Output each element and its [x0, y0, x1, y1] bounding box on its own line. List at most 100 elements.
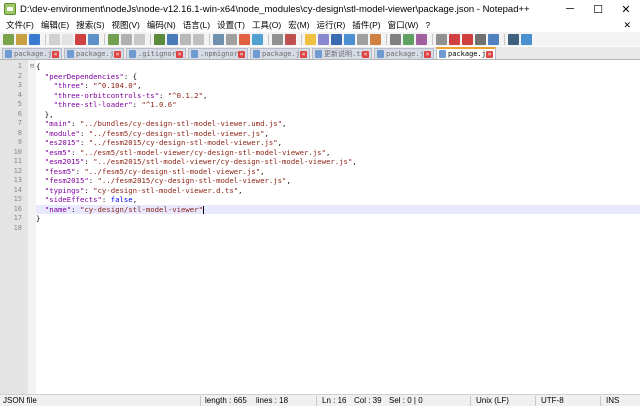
run-macro-multiple-icon[interactable] [416, 33, 427, 45]
code-line[interactable]: "three": "^0.104.0", [36, 81, 640, 91]
code-line[interactable]: "name": "cy-design/stl-model-viewer" [36, 204, 640, 214]
code-line[interactable]: "es2015": "../fesm2015/cy-design-stl-mod… [36, 138, 640, 148]
code-token: "main" [44, 119, 72, 128]
editor-area[interactable]: 1 2 3 4 5 6 7 8 9 10 11 12 13 14 15 16 17 18 { "peerDepen… [0, 60, 640, 394]
document-tab[interactable]: .gitignore × [126, 48, 186, 59]
document-tab[interactable]: package.json× [250, 48, 310, 59]
open-file-icon[interactable] [16, 33, 27, 45]
code-line[interactable]: "three-orbitcontrols-ts": "^0.1.2", [36, 91, 640, 101]
stop-record-icon[interactable] [390, 33, 401, 45]
toolbar-separator [45, 33, 46, 45]
document-tab[interactable]: package.json× [64, 48, 124, 59]
compare-icon[interactable] [462, 33, 473, 45]
paste-icon[interactable] [134, 33, 145, 45]
menu-edit[interactable]: 编辑(E) [38, 19, 72, 31]
code-line[interactable]: { [36, 62, 640, 72]
code-line[interactable] [36, 224, 640, 234]
menu-language[interactable]: 语言(L) [180, 19, 213, 31]
close-button[interactable]: ✕ [612, 0, 640, 18]
function-list-icon[interactable] [331, 33, 342, 45]
menu-encoding[interactable]: 编码(N) [144, 19, 179, 31]
code-token: : [79, 128, 89, 138]
monitoring-icon[interactable] [357, 33, 368, 45]
tab-close-icon[interactable]: × [424, 50, 431, 58]
tab-close-icon[interactable]: × [300, 50, 307, 58]
code-line[interactable]: "fesm2015": "../fesm2015/cy-design-stl-m… [36, 176, 640, 186]
tab-close-icon[interactable]: × [52, 50, 59, 58]
find-icon[interactable] [180, 33, 191, 45]
code-line[interactable]: "main": "../bundles/cy-design-stl-model-… [36, 119, 640, 129]
fold-margin[interactable] [28, 60, 36, 394]
code-line[interactable]: } [36, 214, 640, 224]
plugin-icon[interactable] [488, 33, 499, 45]
close-all-icon[interactable] [75, 33, 86, 45]
settings-icon[interactable] [508, 33, 519, 45]
word-wrap-icon[interactable] [272, 33, 283, 45]
tab-close-icon[interactable]: × [362, 50, 369, 58]
code-line[interactable]: "esm2015": "../esm2015/stl-model-viewer/… [36, 157, 640, 167]
tab-close-icon[interactable]: × [176, 50, 183, 58]
document-tab[interactable]: 更新说明.txt× [312, 48, 372, 59]
code-line[interactable]: }, [36, 110, 640, 120]
code-line[interactable]: "peerDependencies": { [36, 72, 640, 82]
code-token: "../bundles/cy-design-stl-model-viewer.u… [79, 119, 283, 128]
status-insert-mode[interactable]: INS [606, 396, 619, 405]
redo-icon[interactable] [167, 33, 178, 45]
close-document-button[interactable]: ✕ [620, 20, 634, 31]
new-file-icon[interactable] [3, 33, 14, 45]
menu-run[interactable]: 运行(R) [313, 19, 348, 31]
folder-workspace-icon[interactable] [344, 33, 355, 45]
print-icon[interactable] [88, 33, 99, 45]
document-tab[interactable]: .npmignore × [188, 48, 248, 59]
code-line[interactable]: "fesm5": "../fesm5/cy-design-stl-model-v… [36, 167, 640, 177]
status-encoding[interactable]: UTF-8 [541, 396, 564, 405]
save-all-icon[interactable] [49, 33, 60, 45]
indent-guide-icon[interactable] [305, 33, 316, 45]
undo-icon[interactable] [154, 33, 165, 45]
save-macro-icon[interactable] [436, 33, 447, 45]
code-line[interactable]: "esm5": "../esm5/stl-model-viewer/cy-des… [36, 148, 640, 158]
tab-close-icon[interactable]: × [238, 50, 245, 58]
tab-close-icon[interactable]: × [486, 50, 493, 58]
menu-plugins[interactable]: 插件(P) [349, 19, 383, 31]
show-all-chars-icon[interactable] [285, 33, 296, 45]
run-icon[interactable] [475, 33, 486, 45]
copy-icon[interactable] [121, 33, 132, 45]
menu-settings[interactable]: 设置(T) [214, 19, 248, 31]
play-macro-icon[interactable] [403, 33, 414, 45]
document-map-icon[interactable] [318, 33, 329, 45]
save-icon[interactable] [29, 33, 40, 45]
sync-horizontal-icon[interactable] [252, 33, 263, 45]
menu-tools[interactable]: 工具(O) [249, 19, 284, 31]
zoom-in-icon[interactable] [213, 33, 224, 45]
replace-icon[interactable] [193, 33, 204, 45]
code-line[interactable]: "typings": "cy-design-stl-model-viewer.d… [36, 186, 640, 196]
tab-close-icon[interactable]: × [114, 50, 121, 58]
minimize-button[interactable]: ─ [556, 0, 584, 18]
menu-help[interactable]: ? [422, 20, 433, 30]
menu-search[interactable]: 搜索(S) [73, 19, 107, 31]
maximize-button[interactable]: ☐ [584, 0, 612, 18]
document-tab[interactable]: package.json× [2, 48, 62, 59]
status-eol[interactable]: Unix (LF) [476, 396, 509, 405]
sync-vertical-icon[interactable] [239, 33, 250, 45]
menu-macro[interactable]: 宏(M) [285, 19, 312, 31]
close-icon[interactable] [62, 33, 73, 45]
code-line[interactable]: "sideEffects": false, [36, 195, 640, 205]
menu-view[interactable]: 视图(V) [109, 19, 143, 31]
help-icon[interactable] [521, 33, 532, 45]
fold-toggle-icon[interactable]: ⊟ [29, 62, 35, 72]
code-token: , [282, 119, 287, 128]
menu-window[interactable]: 窗口(W) [385, 19, 422, 31]
zoom-out-icon[interactable] [226, 33, 237, 45]
spell-check-icon[interactable] [449, 33, 460, 45]
code-line[interactable]: "three-stl-loader": "^1.0.6" [36, 100, 640, 110]
code-line[interactable]: "module": "../fesm5/cy-design-stl-model-… [36, 129, 640, 139]
code-token: , [137, 81, 142, 90]
document-tab[interactable]: package.json× [436, 47, 496, 59]
cut-icon[interactable] [108, 33, 119, 45]
code-text[interactable]: { "peerDependencies": { "three": "^0.104… [36, 60, 640, 394]
menu-file[interactable]: 文件(F) [3, 19, 37, 31]
document-tab[interactable]: package.json× [374, 48, 434, 59]
record-macro-icon[interactable] [370, 33, 381, 45]
